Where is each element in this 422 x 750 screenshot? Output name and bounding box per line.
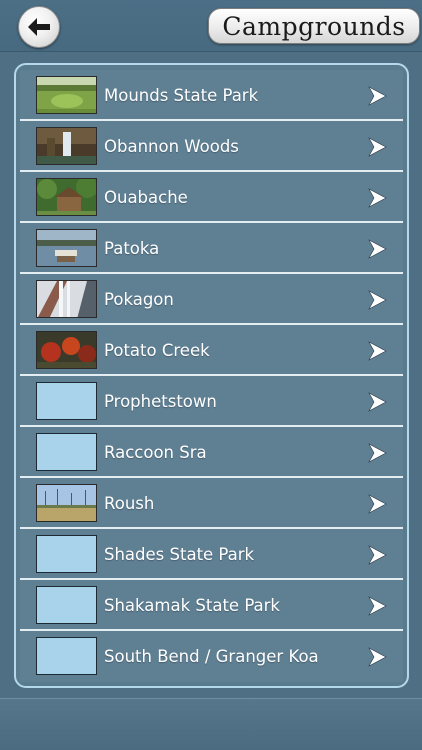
chevron-right-icon [367, 392, 387, 412]
campground-list: Mounds State Park Obannon Woods Ouabache Pa… [14, 63, 409, 688]
thumbnail-placeholder [36, 637, 97, 675]
list-item-label: Prophetstown [104, 392, 217, 411]
chevron-right-icon [367, 188, 387, 208]
list-item[interactable]: Shades State Park [20, 529, 403, 580]
list-item-label: Patoka [104, 239, 160, 258]
thumbnail-placeholder [36, 586, 97, 624]
chevron-right-icon [367, 545, 387, 565]
list-item[interactable]: Roush [20, 478, 403, 529]
list-item[interactable]: Potato Creek [20, 325, 403, 376]
list-item[interactable]: Patoka [20, 223, 403, 274]
list-item[interactable]: Raccoon Sra [20, 427, 403, 478]
list-item-label: Pokagon [104, 290, 174, 309]
chevron-right-icon [367, 86, 387, 106]
top-bar: Campgrounds [0, 0, 422, 52]
chevron-right-icon [367, 341, 387, 361]
list-item[interactable]: Prophetstown [20, 376, 403, 427]
thumbnail-image [36, 229, 97, 267]
list-item-label: Shades State Park [104, 545, 255, 564]
chevron-right-icon [367, 494, 387, 514]
list-item[interactable]: Mounds State Park [20, 70, 403, 121]
list-item-label: Roush [104, 494, 155, 513]
list-item-label: South Bend / Granger Koa [104, 647, 319, 666]
list-item-label: Ouabache [104, 188, 188, 207]
thumbnail-image [36, 484, 97, 522]
chevron-right-icon [367, 647, 387, 667]
list-item-label: Obannon Woods [104, 137, 239, 156]
thumbnail-image [36, 127, 97, 165]
list-item[interactable]: Obannon Woods [20, 121, 403, 172]
thumbnail-placeholder [36, 382, 97, 420]
list-item[interactable]: Shakamak State Park [20, 580, 403, 631]
list-item[interactable]: Ouabache [20, 172, 403, 223]
back-arrow-icon [28, 18, 50, 36]
thumbnail-image [36, 331, 97, 369]
list-item-label: Raccoon Sra [104, 443, 207, 462]
bottom-bar [0, 698, 422, 750]
page-title: Campgrounds [208, 8, 420, 44]
chevron-right-icon [367, 596, 387, 616]
list-item[interactable]: Pokagon [20, 274, 403, 325]
thumbnail-image [36, 76, 97, 114]
thumbnail-image [36, 178, 97, 216]
chevron-right-icon [367, 137, 387, 157]
thumbnail-placeholder [36, 535, 97, 573]
thumbnail-image [36, 280, 97, 318]
back-button[interactable] [18, 6, 60, 48]
list-item-label: Mounds State Park [104, 86, 259, 105]
chevron-right-icon [367, 290, 387, 310]
list-item-label: Shakamak State Park [104, 596, 280, 615]
chevron-right-icon [367, 443, 387, 463]
list-item-label: Potato Creek [104, 341, 210, 360]
thumbnail-placeholder [36, 433, 97, 471]
chevron-right-icon [367, 239, 387, 259]
list-item[interactable]: South Bend / Granger Koa [20, 631, 403, 682]
